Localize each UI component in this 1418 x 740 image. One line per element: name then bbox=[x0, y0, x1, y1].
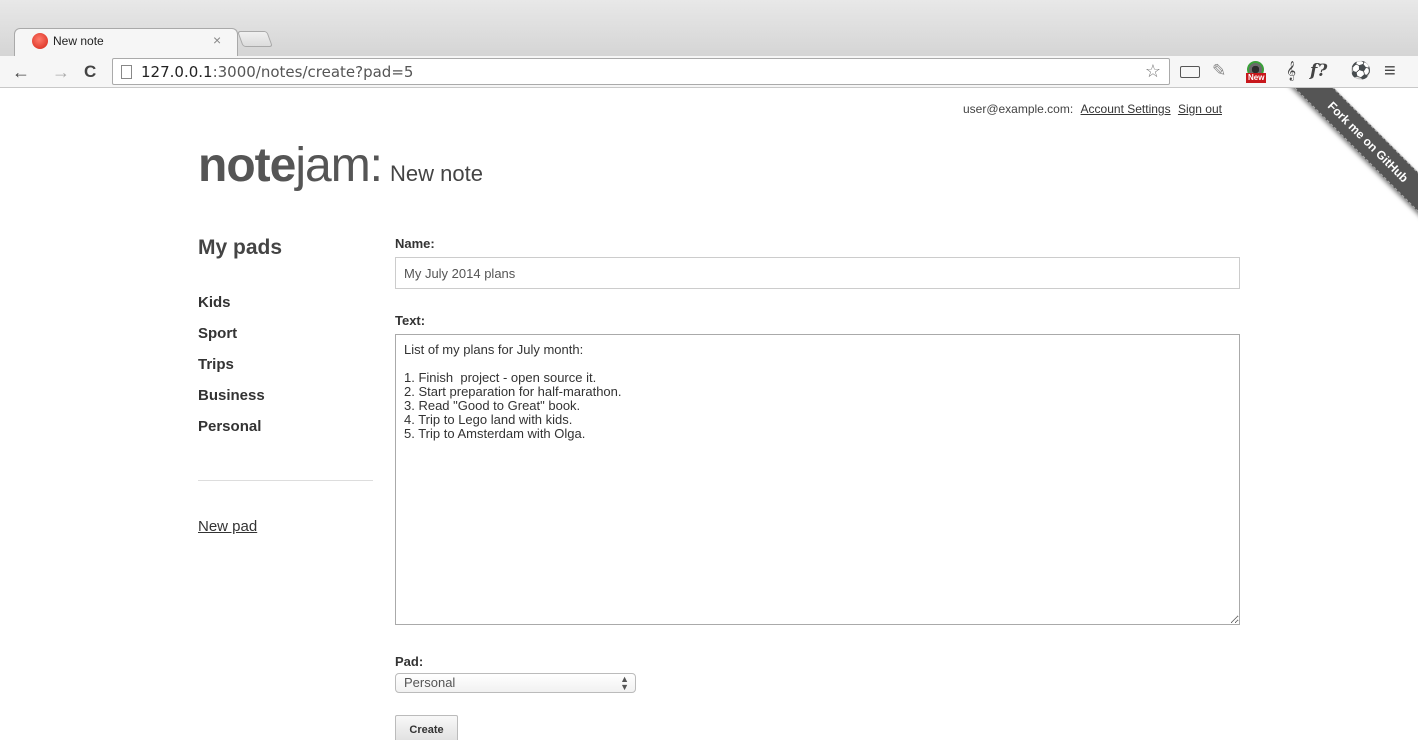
sidebar-item-sport[interactable]: Sport bbox=[198, 325, 373, 356]
sidebar: My pads Kids Sport Trips Business Person… bbox=[198, 236, 373, 535]
browser-tab[interactable]: New note × bbox=[14, 28, 238, 56]
user-email: user@example.com: bbox=[962, 102, 1074, 116]
fork-ribbon-link[interactable]: Fork me on GitHub bbox=[1280, 88, 1418, 230]
soccer-ball-icon[interactable]: ⚽ bbox=[1350, 60, 1371, 82]
new-pad-link[interactable]: New pad bbox=[198, 518, 373, 535]
browser-tabstrip: New note × bbox=[0, 0, 1418, 58]
create-button[interactable]: Create bbox=[395, 715, 458, 740]
page-icon bbox=[121, 65, 132, 79]
account-bar: user@example.com: Account Settings Sign … bbox=[0, 102, 1222, 116]
tab-close-icon[interactable]: × bbox=[213, 32, 221, 48]
pad-label: Pad: bbox=[395, 654, 424, 669]
menu-icon[interactable]: ≡ bbox=[1384, 60, 1396, 82]
bookmark-star-icon[interactable]: ☆ bbox=[1145, 61, 1161, 82]
cast-icon[interactable] bbox=[1180, 66, 1200, 78]
select-arrows-icon: ▲ ▼ bbox=[620, 674, 629, 692]
new-badge: New bbox=[1246, 73, 1267, 83]
sidebar-item-business[interactable]: Business bbox=[198, 387, 373, 418]
sidebar-item-personal[interactable]: Personal bbox=[198, 418, 373, 449]
back-arrow-icon[interactable]: ← bbox=[12, 62, 30, 82]
text-label: Text: bbox=[395, 313, 426, 328]
sign-out-link[interactable]: Sign out bbox=[1178, 102, 1222, 116]
browser-toolbar: ← → C 127.0.0.1:3000/notes/create?pad=5 … bbox=[0, 56, 1418, 88]
treble-clef-icon[interactable]: 𝄞 bbox=[1286, 60, 1296, 82]
sidebar-title: My pads bbox=[198, 236, 283, 259]
text-textarea[interactable]: List of my plans for July month: 1. Fini… bbox=[395, 334, 1240, 625]
forward-arrow-icon[interactable]: → bbox=[52, 62, 70, 82]
reload-icon[interactable]: C bbox=[84, 62, 96, 82]
url-text: 127.0.0.1:3000/notes/create?pad=5 bbox=[141, 63, 414, 81]
pad-list: Kids Sport Trips Business Personal bbox=[198, 294, 373, 449]
sidebar-divider bbox=[198, 480, 373, 481]
extension-new-icon[interactable]: New bbox=[1244, 60, 1268, 84]
note-form: Name: Text: List of my plans for July mo… bbox=[395, 236, 1240, 740]
page-subtitle: New note bbox=[390, 161, 483, 186]
pad-select[interactable]: Personal ▲ ▼ bbox=[395, 673, 636, 693]
eyedropper-icon[interactable]: ✎ bbox=[1212, 60, 1226, 82]
brand-logo-light: jam: bbox=[295, 139, 383, 192]
font-finder-icon[interactable]: f? bbox=[1310, 60, 1327, 82]
name-label: Name: bbox=[395, 236, 435, 251]
tab-title: New note bbox=[53, 34, 104, 48]
name-input[interactable] bbox=[395, 257, 1240, 289]
page-title: notejam: New note bbox=[198, 138, 483, 193]
brand-logo-bold: note bbox=[198, 139, 296, 192]
new-tab-button[interactable] bbox=[237, 31, 273, 47]
pad-select-value: Personal bbox=[404, 675, 456, 690]
sidebar-item-kids[interactable]: Kids bbox=[198, 294, 373, 325]
account-settings-link[interactable]: Account Settings bbox=[1081, 102, 1171, 116]
github-ribbon: Fork me on GitHub bbox=[1268, 88, 1418, 238]
sidebar-item-trips[interactable]: Trips bbox=[198, 356, 373, 387]
address-bar[interactable]: 127.0.0.1:3000/notes/create?pad=5 ☆ bbox=[112, 58, 1170, 85]
favicon-icon bbox=[32, 33, 48, 49]
